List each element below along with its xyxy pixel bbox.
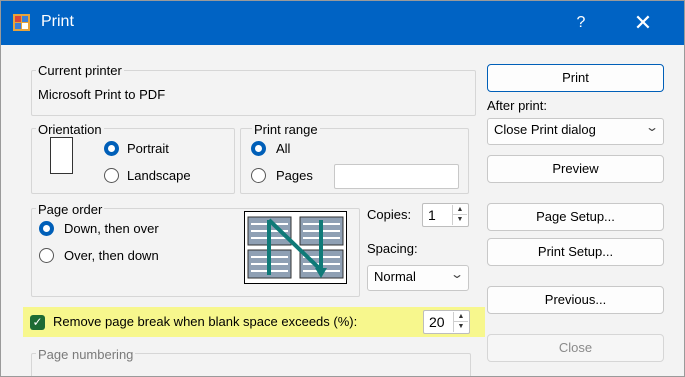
all-pages-label[interactable]: All [276,141,290,157]
copies-label: Copies: [367,207,412,222]
spacing-select[interactable]: Normal ⌄ [367,265,469,291]
previous-button[interactable]: Previous... [487,286,664,314]
down-then-over-radio[interactable] [39,221,54,236]
print-icon [13,14,30,31]
spin-up-icon[interactable]: ▲ [454,312,468,322]
after-print-select[interactable]: Close Print dialog ⌄ [487,118,664,145]
remove-break-checkbox[interactable]: ✓ [30,315,45,330]
chevron-down-icon: ⌄ [644,120,660,134]
title-bar[interactable]: Print ? ✕ [1,1,684,45]
portrait-label[interactable]: Portrait [127,141,169,157]
orientation-label: Orientation [36,122,104,137]
blank-space-spin-arrows[interactable]: ▲ ▼ [453,312,468,332]
chevron-down-icon: ⌄ [449,267,465,281]
help-button[interactable]: ? [564,1,598,45]
spacing-value: Normal [374,269,416,284]
over-then-down-label[interactable]: Over, then down [64,248,159,264]
remove-break-label[interactable]: Remove page break when blank space excee… [53,314,357,330]
all-pages-radio[interactable] [251,141,266,156]
blank-space-spinner[interactable]: 20 ▲ ▼ [423,310,470,334]
pages-label[interactable]: Pages [276,168,313,184]
spin-down-icon[interactable]: ▼ [454,322,468,332]
page-setup-button[interactable]: Page Setup... [487,203,664,231]
current-printer-label: Current printer [36,63,124,78]
printer-name: Microsoft Print to PDF [38,87,166,102]
copies-spinner[interactable]: 1 ▲ ▼ [422,203,469,227]
portrait-radio[interactable] [104,141,119,156]
window-title: Print [41,13,74,30]
over-then-down-radio[interactable] [39,248,54,263]
pages-radio[interactable] [251,168,266,183]
down-then-over-label[interactable]: Down, then over [64,221,159,237]
landscape-radio[interactable] [104,168,119,183]
after-print-label: After print: [487,98,547,113]
print-setup-button[interactable]: Print Setup... [487,238,664,266]
page-order-label: Page order [36,202,105,217]
print-button[interactable]: Print [487,64,664,92]
print-range-label: Print range [252,122,320,137]
after-print-value: Close Print dialog [494,122,596,137]
page-order-preview-icon [244,211,347,284]
spin-down-icon[interactable]: ▼ [453,215,467,225]
close-button[interactable]: Close [487,334,664,362]
portrait-page-icon [50,137,73,174]
copies-value[interactable]: 1 [428,207,436,223]
spin-up-icon[interactable]: ▲ [453,205,467,215]
page-numbering-label: Page numbering [36,347,136,362]
preview-button[interactable]: Preview [487,155,664,183]
print-dialog: Print ? ✕ Current printer Microsoft Prin… [0,0,685,377]
close-window-button[interactable]: ✕ [621,1,665,45]
spacing-label: Spacing: [367,241,418,256]
landscape-label[interactable]: Landscape [127,168,191,184]
copies-spin-arrows[interactable]: ▲ ▼ [452,205,467,225]
pages-input[interactable] [334,164,459,189]
blank-space-value[interactable]: 20 [429,314,445,330]
